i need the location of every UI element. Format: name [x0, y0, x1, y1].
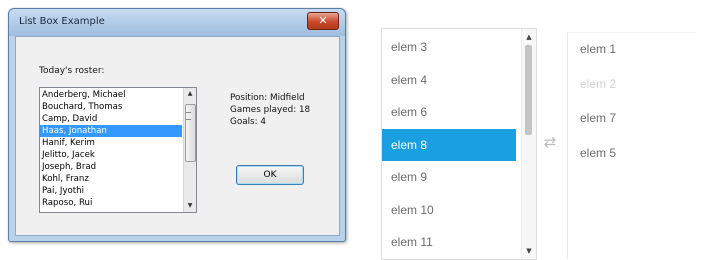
source-list-item[interactable]: elem 10 — [382, 194, 516, 226]
source-list-item[interactable]: elem 3 — [382, 31, 516, 63]
source-list-item[interactable]: elem 6 — [382, 96, 516, 128]
scroll-thumb[interactable] — [525, 45, 532, 135]
transfer-arrows-icon[interactable]: ⇄ — [538, 134, 562, 150]
roster-item[interactable]: Anderberg, Michael — [40, 89, 182, 101]
target-list-item[interactable]: elem 7 — [568, 102, 688, 134]
roster-item[interactable]: Haas, Jonathan — [40, 125, 182, 137]
source-list-item[interactable]: elem 8 — [382, 128, 516, 161]
roster-item[interactable]: Jelitto, Jacek — [40, 149, 182, 161]
scroll-down-icon[interactable]: ▼ — [522, 245, 536, 257]
games-played-text: Games played: 18 — [230, 105, 311, 115]
close-icon: ✕ — [318, 14, 328, 27]
roster-item[interactable]: Joseph, Brad — [40, 161, 182, 173]
scroll-up-icon[interactable]: ▲ — [522, 31, 536, 43]
player-details: Position: Midfield Games played: 18 Goal… — [230, 92, 310, 128]
roster-item[interactable]: Pai, Jyothi — [40, 185, 182, 197]
roster-item[interactable]: Bouchard, Thomas — [40, 101, 182, 113]
roster-rows: Anderberg, Michael Bouchard, Thomas Camp, … — [40, 89, 182, 209]
dialog-titlebar[interactable]: List Box Example ✕ — [9, 9, 345, 36]
goals-text: Goals: 4 — [230, 117, 266, 127]
roster-item[interactable]: Kohl, Franz — [40, 173, 182, 185]
source-list-item[interactable]: elem 9 — [382, 161, 516, 193]
source-list[interactable]: elem 3 elem 4 elem 6 elem 8 elem 9 elem 10 ele… — [381, 28, 537, 260]
list-box-dialog: List Box Example ✕ Today's roster: Ander… — [8, 8, 346, 242]
scroll-grip-icon — [186, 112, 191, 120]
dialog-title: List Box Example — [19, 16, 105, 27]
roster-scrollbar[interactable]: ▲ ▼ — [183, 88, 196, 212]
ok-button[interactable]: OK — [236, 165, 304, 185]
position-text: Position: Midfield — [230, 93, 305, 103]
scroll-down-icon[interactable]: ▼ — [184, 201, 196, 211]
dialog-client-area: Today's roster: Anderberg, Michael Boucha… — [15, 36, 340, 236]
roster-listbox[interactable]: Anderberg, Michael Bouchard, Thomas Camp, … — [39, 87, 197, 213]
source-scrollbar[interactable]: ▲ ▼ — [521, 29, 536, 259]
source-list-item[interactable]: elem 11 — [382, 226, 516, 258]
target-list-item[interactable]: elem 1 — [568, 33, 688, 65]
roster-label: Today's roster: — [39, 66, 105, 76]
roster-item[interactable]: Raposo, Rui — [40, 197, 182, 209]
target-list[interactable]: elem 1 elem 2 elem 7 elem 5 — [567, 32, 696, 259]
source-list-item[interactable]: elem 4 — [382, 64, 516, 96]
roster-item[interactable]: Hanif, Kerim — [40, 137, 182, 149]
scroll-up-icon[interactable]: ▲ — [184, 89, 196, 99]
roster-item[interactable]: Camp, David — [40, 113, 182, 125]
target-list-item[interactable]: elem 5 — [568, 137, 688, 169]
target-list-item[interactable]: elem 2 — [568, 68, 688, 100]
close-button[interactable]: ✕ — [307, 12, 339, 30]
